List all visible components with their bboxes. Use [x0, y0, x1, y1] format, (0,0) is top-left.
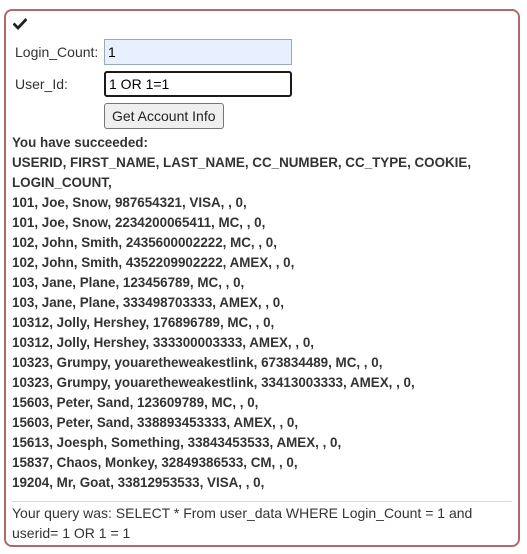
executed-query: Your query was: SELECT * From user_data … [12, 505, 473, 541]
result-row: 15603, Peter, Sand, 123609789, MC, , 0, [12, 395, 259, 410]
assignment-panel: Login_Count: User_Id: Get Account Info Y… [4, 9, 520, 547]
result-row: 10323, Grumpy, youaretheweakestlink, 673… [12, 355, 383, 370]
result-row: 19204, Mr, Goat, 33812953533, VISA, , 0, [12, 475, 265, 490]
result-row: 101, Joe, Snow, 2234200065411, MC, , 0, [12, 215, 266, 230]
checkmark-icon [13, 18, 27, 31]
login-count-row: Login_Count: [15, 39, 292, 65]
column-header-line-2: LOGIN_COUNT, [12, 175, 112, 190]
result-row: 15837, Chaos, Monkey, 32849386533, CM, ,… [12, 455, 298, 470]
result-row: 10312, Jolly, Hershey, 333300003333, AME… [12, 335, 314, 350]
user-id-input[interactable] [104, 71, 292, 97]
result-row: 103, Jane, Plane, 333498703333, AMEX, , … [12, 295, 284, 310]
column-header-line-1: USERID, FIRST_NAME, LAST_NAME, CC_NUMBER… [12, 155, 472, 170]
result-row: 15603, Peter, Sand, 338893453333, AMEX, … [12, 415, 299, 430]
result-heading: You have succeeded: [12, 135, 148, 150]
get-account-info-button[interactable]: Get Account Info [104, 103, 224, 129]
result-row: 10312, Jolly, Hershey, 176896789, MC, , … [12, 315, 275, 330]
result-row: 10323, Grumpy, youaretheweakestlink, 334… [12, 375, 415, 390]
divider [12, 501, 512, 502]
login-count-input[interactable] [104, 39, 292, 65]
result-row: 102, John, Smith, 2435600002222, MC, , 0… [12, 235, 277, 250]
result-row: 103, Jane, Plane, 123456789, MC, , 0, [12, 275, 245, 290]
result-row: 101, Joe, Snow, 987654321, VISA, , 0, [12, 195, 247, 210]
result-row: 15613, Joesph, Something, 33843453533, A… [12, 435, 342, 450]
user-id-label: User_Id: [15, 76, 68, 92]
result-row: 102, John, Smith, 4352209902222, AMEX, ,… [12, 255, 295, 270]
login-count-label: Login_Count: [15, 44, 99, 60]
user-id-row: User_Id: [15, 71, 292, 97]
query-output: You have succeeded: USERID, FIRST_NAME, … [12, 133, 512, 493]
